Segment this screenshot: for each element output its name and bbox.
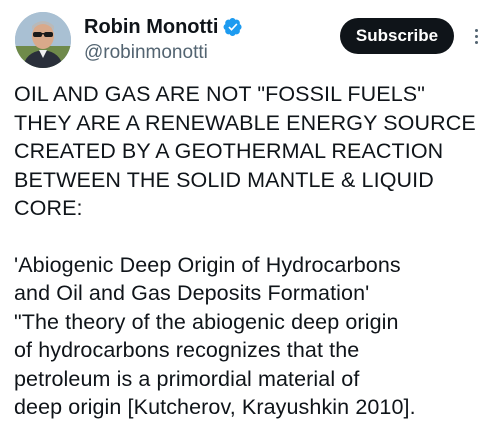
author-name-row: Robin Monotti [84, 14, 243, 40]
post-text: OIL AND GAS ARE NOT "FOSSIL FUELS" THEY … [14, 80, 494, 422]
post-line: of hydrocarbons recognizes that the [14, 338, 360, 362]
post-line: 'Abiogenic Deep Origin of Hydrocarbons [14, 252, 401, 277]
verified-badge-icon [223, 17, 243, 37]
post-line: petroleum is a primordial material of [14, 366, 360, 391]
post-line: deep origin [Kutcherov, Krayushkin 2010]… [14, 395, 416, 419]
post-line: BETWEEN THE SOLID MANTLE & LIQUID [14, 167, 434, 192]
author-handle[interactable]: @robinmonotti [84, 42, 208, 64]
post-line: CREATED BY A GEOTHERMAL REACTION [14, 139, 444, 163]
avatar[interactable] [15, 12, 71, 68]
profile-photo-icon [15, 12, 71, 68]
post-line: THEY ARE A RENEWABLE ENERGY SOURCE [14, 110, 476, 135]
more-vertical-icon[interactable] [466, 26, 486, 46]
post-line: CORE: [14, 196, 83, 220]
post-line: OIL AND GAS ARE NOT "FOSSIL FUELS" [14, 82, 425, 106]
subscribe-button[interactable]: Subscribe [340, 18, 454, 54]
post-paragraph-2: 'Abiogenic Deep Origin of Hydrocarbons a… [14, 251, 494, 422]
author-display-name[interactable]: Robin Monotti [84, 16, 218, 39]
post-line: "The theory of the abiogenic deep origin [14, 309, 399, 334]
post-paragraph-1: OIL AND GAS ARE NOT "FOSSIL FUELS" THEY … [14, 80, 494, 223]
post-line: and Oil and Gas Deposits Formation' [14, 281, 370, 305]
post-header: Robin Monotti @robinmonotti Subscribe [0, 0, 500, 78]
